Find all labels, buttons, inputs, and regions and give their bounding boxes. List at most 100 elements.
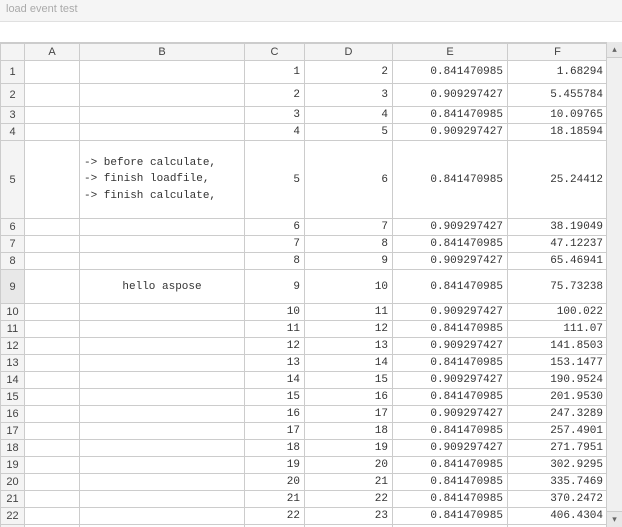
row-header[interactable]: 9 [1, 270, 25, 304]
cell[interactable]: 0.909297427 [393, 440, 508, 457]
cell[interactable]: 19 [245, 457, 305, 474]
scroll-up-arrow-icon[interactable]: ▴ [607, 42, 622, 58]
row-header[interactable]: 14 [1, 372, 25, 389]
cell[interactable] [25, 84, 80, 107]
row-header[interactable]: 15 [1, 389, 25, 406]
cell[interactable] [25, 457, 80, 474]
cell[interactable]: 2 [245, 84, 305, 107]
cell[interactable] [25, 508, 80, 525]
cell[interactable]: 0.909297427 [393, 372, 508, 389]
cell[interactable]: 47.12237 [508, 236, 608, 253]
cell[interactable] [25, 107, 80, 124]
cell[interactable]: 17 [245, 423, 305, 440]
cell[interactable] [25, 304, 80, 321]
col-header-E[interactable]: E [393, 44, 508, 61]
cell[interactable] [80, 304, 245, 321]
cell[interactable]: 153.1477 [508, 355, 608, 372]
cell[interactable] [25, 321, 80, 338]
cell[interactable] [25, 389, 80, 406]
row-header[interactable]: 6 [1, 219, 25, 236]
cell[interactable] [80, 107, 245, 124]
cell[interactable]: 247.3289 [508, 406, 608, 423]
cell[interactable] [80, 372, 245, 389]
cell[interactable]: 406.4304 [508, 508, 608, 525]
cell[interactable]: 10 [245, 304, 305, 321]
cell[interactable]: hello aspose [80, 270, 245, 304]
cell[interactable]: 7 [305, 219, 393, 236]
cell[interactable]: 0.841470985 [393, 107, 508, 124]
cell[interactable]: 370.2472 [508, 491, 608, 508]
cell[interactable]: 4 [305, 107, 393, 124]
cell[interactable]: 18.18594 [508, 124, 608, 141]
cell[interactable] [80, 84, 245, 107]
cell[interactable]: 22 [245, 508, 305, 525]
cell[interactable]: 201.9530 [508, 389, 608, 406]
cell[interactable]: 14 [305, 355, 393, 372]
cell[interactable]: 15 [245, 389, 305, 406]
cell[interactable]: 8 [245, 253, 305, 270]
spreadsheet-grid[interactable]: A B C D E F 1120.8414709851.682942230.90… [0, 43, 608, 527]
row-header[interactable]: 13 [1, 355, 25, 372]
cell[interactable]: 75.73238 [508, 270, 608, 304]
cell[interactable]: 335.7469 [508, 474, 608, 491]
cell[interactable]: 0.909297427 [393, 338, 508, 355]
row-header[interactable]: 12 [1, 338, 25, 355]
corner-cell[interactable] [1, 44, 25, 61]
cell[interactable]: 7 [245, 236, 305, 253]
scroll-down-arrow-icon[interactable]: ▾ [607, 511, 622, 527]
cell[interactable] [25, 372, 80, 389]
cell[interactable]: 21 [305, 474, 393, 491]
cell[interactable] [25, 423, 80, 440]
cell[interactable] [80, 253, 245, 270]
cell[interactable] [25, 141, 80, 219]
cell[interactable]: 111.07 [508, 321, 608, 338]
spreadsheet-viewport[interactable]: A B C D E F 1120.8414709851.682942230.90… [0, 42, 622, 527]
col-header-B[interactable]: B [80, 44, 245, 61]
cell[interactable]: 16 [245, 406, 305, 423]
cell[interactable]: 9 [245, 270, 305, 304]
cell[interactable]: 9 [305, 253, 393, 270]
cell[interactable] [25, 491, 80, 508]
cell[interactable]: 1.68294 [508, 61, 608, 84]
cell[interactable]: -> before calculate, -> finish loadfile,… [80, 141, 245, 219]
cell[interactable]: 3 [305, 84, 393, 107]
cell[interactable]: 0.909297427 [393, 253, 508, 270]
col-header-D[interactable]: D [305, 44, 393, 61]
cell[interactable]: 5.455784 [508, 84, 608, 107]
row-header[interactable]: 1 [1, 61, 25, 84]
cell[interactable] [80, 389, 245, 406]
cell[interactable]: 0.909297427 [393, 124, 508, 141]
row-header[interactable]: 11 [1, 321, 25, 338]
cell[interactable] [25, 219, 80, 236]
cell[interactable] [80, 474, 245, 491]
cell[interactable]: 20 [245, 474, 305, 491]
cell[interactable]: 16 [305, 389, 393, 406]
vertical-scrollbar[interactable]: ▴ ▾ [606, 42, 622, 527]
cell[interactable]: 10 [305, 270, 393, 304]
cell[interactable] [80, 491, 245, 508]
cell[interactable]: 0.909297427 [393, 84, 508, 107]
cell[interactable] [80, 236, 245, 253]
cell[interactable]: 0.841470985 [393, 508, 508, 525]
row-header[interactable]: 19 [1, 457, 25, 474]
row-header[interactable]: 5 [1, 141, 25, 219]
cell[interactable] [25, 355, 80, 372]
cell[interactable] [25, 338, 80, 355]
cell[interactable]: 0.841470985 [393, 141, 508, 219]
cell[interactable] [80, 321, 245, 338]
row-header[interactable]: 3 [1, 107, 25, 124]
cell[interactable]: 0.841470985 [393, 457, 508, 474]
cell[interactable]: 0.841470985 [393, 474, 508, 491]
cell[interactable]: 11 [245, 321, 305, 338]
cell[interactable] [25, 253, 80, 270]
cell[interactable]: 0.841470985 [393, 491, 508, 508]
row-header[interactable]: 2 [1, 84, 25, 107]
cell[interactable]: 38.19049 [508, 219, 608, 236]
cell[interactable]: 15 [305, 372, 393, 389]
row-header[interactable]: 7 [1, 236, 25, 253]
cell[interactable]: 100.022 [508, 304, 608, 321]
row-header[interactable]: 16 [1, 406, 25, 423]
col-header-F[interactable]: F [508, 44, 608, 61]
cell[interactable]: 13 [245, 355, 305, 372]
cell[interactable]: 1 [245, 61, 305, 84]
